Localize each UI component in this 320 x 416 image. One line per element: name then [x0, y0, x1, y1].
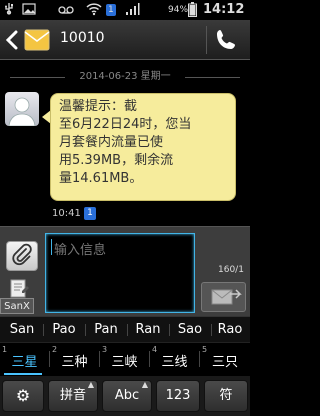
image-icon	[22, 2, 36, 18]
settings-key[interactable]: ⚙	[2, 380, 44, 412]
date-label: 2014-06-23 星期一	[79, 71, 171, 82]
message-sim-badge: 1	[84, 207, 96, 220]
candidate-word[interactable]: 1 三星	[0, 343, 49, 377]
candidate-word[interactable]: 3 三峡	[100, 343, 149, 377]
template-icon[interactable]	[8, 279, 32, 299]
attach-button[interactable]	[6, 241, 38, 271]
candidate-text: 三峡	[111, 355, 138, 370]
arrow-up-icon: ▲	[141, 380, 148, 389]
back-button[interactable]	[2, 26, 22, 54]
message-time: 10:41	[52, 208, 81, 219]
candidate-word[interactable]: 4 三线	[150, 343, 199, 377]
selected-underline	[4, 373, 42, 375]
pinyin-key[interactable]: 拼音 ▲	[48, 380, 98, 412]
sim-badge: 1	[106, 4, 116, 16]
candidate-text: 三只	[211, 355, 238, 370]
candidate-word[interactable]: 5 三只	[200, 343, 250, 377]
candidate-word[interactable]: 2 三种	[50, 343, 99, 377]
numbers-key[interactable]: 123	[156, 380, 200, 412]
candidate-text: 三线	[161, 355, 188, 370]
signal-icon	[124, 2, 140, 18]
pinyin-key-label: 拼音	[59, 388, 86, 403]
pinyin-suggestion[interactable]: Ran	[128, 317, 168, 343]
message-input-placeholder: 输入信息	[54, 243, 107, 258]
battery-percent: 94%	[168, 5, 189, 15]
pinyin-suggestion[interactable]: Sao	[170, 317, 210, 343]
pinyin-suggestion-row: San Pao Pan Ran Sao Rao	[0, 316, 250, 342]
date-separator: 2014-06-23 星期一	[0, 70, 250, 84]
contact-name: 10010	[60, 30, 105, 46]
abc-key-label: Abc	[114, 388, 140, 403]
header-divider	[206, 26, 207, 54]
call-button[interactable]	[214, 28, 242, 52]
status-bar: 1 94% 14:12	[0, 0, 250, 20]
pinyin-suggestion[interactable]: San	[2, 317, 42, 343]
abc-key[interactable]: Abc ▲	[102, 380, 152, 412]
candidate-row: 1 三星 2 三种 3 三峡 4 三线 5 三只	[0, 342, 250, 376]
pinyin-suggestion[interactable]: Pao	[44, 317, 84, 343]
wifi-icon	[86, 2, 102, 18]
candidate-text: 三星	[11, 355, 38, 370]
arrow-up-icon: ▲	[87, 380, 94, 389]
text-caret	[51, 239, 52, 255]
usb-icon	[3, 2, 15, 18]
date-separator-line-left	[10, 77, 65, 78]
received-message-bubble[interactable]: 温馨提示：截 至6月22日24时，您当 月套餐内流量已使 用5.39MB，剩余流…	[50, 93, 236, 201]
pinyin-suggestion[interactable]: Pan	[86, 317, 126, 343]
voicemail-icon	[58, 2, 74, 18]
candidate-text: 三种	[61, 355, 88, 370]
date-separator-line-right	[185, 77, 240, 78]
conversation-header: 10010	[0, 20, 250, 60]
keyboard-bottom-row: ⚙ 拼音 ▲ Abc ▲ 123 符	[0, 376, 250, 416]
message-thread[interactable]: 2014-06-23 星期一 温馨提示：截 至6月22日24时，您当 月套餐内流…	[0, 60, 250, 226]
message-input[interactable]: 输入信息	[45, 233, 195, 313]
ime-language-tag: SanX	[0, 298, 34, 314]
pinyin-suggestion[interactable]: Rao	[212, 317, 248, 343]
message-envelope-icon	[24, 28, 50, 52]
symbols-key[interactable]: 符	[204, 380, 248, 412]
sender-avatar[interactable]	[5, 92, 39, 126]
send-button[interactable]	[201, 282, 246, 312]
compose-area: SanX 输入信息 160/1	[0, 226, 250, 316]
battery-icon	[188, 2, 197, 18]
clock: 14:12	[203, 2, 245, 17]
character-counter: 160/1	[218, 265, 244, 275]
